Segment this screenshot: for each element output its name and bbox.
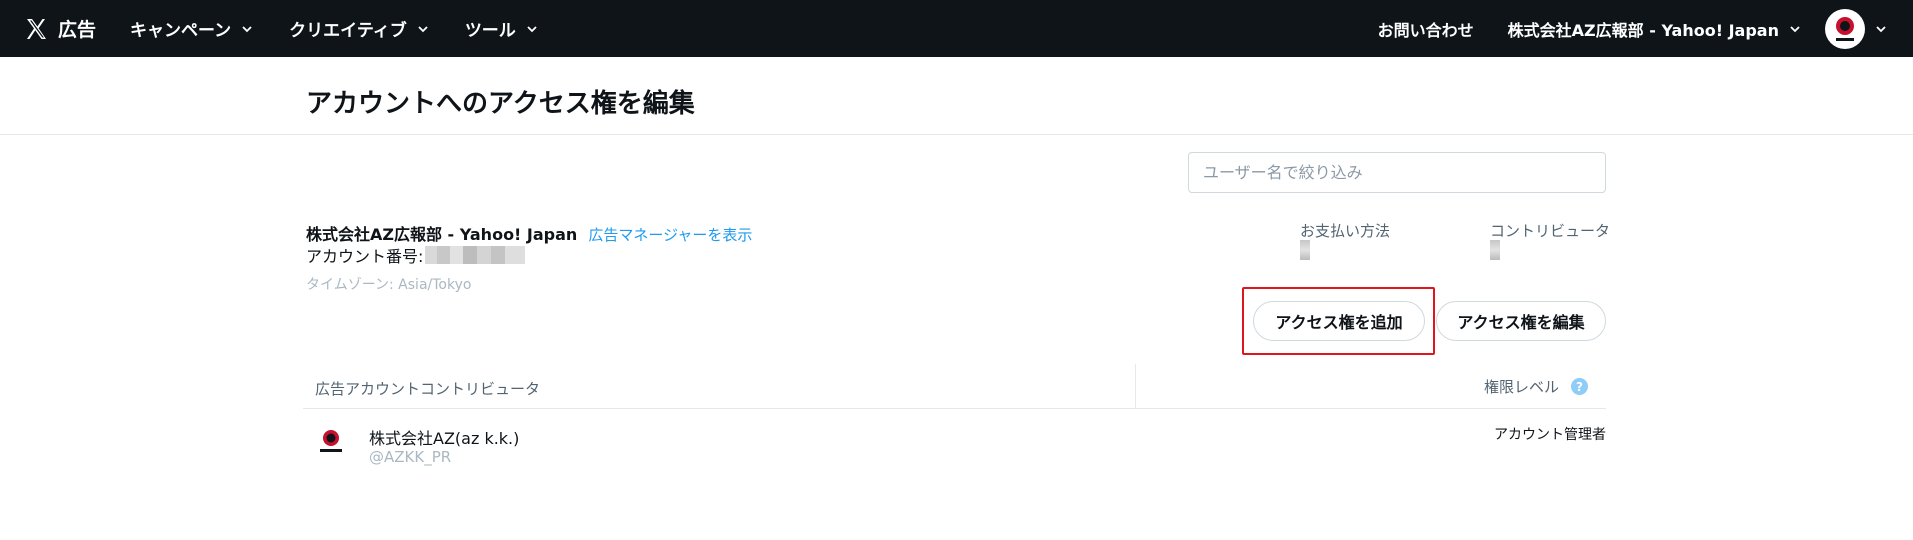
chevron-down-icon [1790,25,1800,32]
nav-right: お問い合わせ 株式会社AZ広報部 - Yahoo! Japan [1378,8,1887,49]
nav-item-creatives-label: クリエイティブ [289,21,407,41]
add-access-button[interactable]: アクセス権を追加 [1253,301,1425,341]
column-divider [1135,364,1136,409]
column-header-permission-level-label: 権限レベル [1483,378,1559,396]
nav-item-tools[interactable]: ツール [465,16,538,41]
help-icon[interactable]: ? [1571,378,1588,395]
nav-item-creatives[interactable]: クリエイティブ [289,16,429,41]
page-title: アカウントへのアクセス権を編集 [306,89,695,119]
payment-method-label: お支払い方法 [1300,222,1391,240]
account-number-redacted [425,246,526,264]
column-header-permission-level: 権限レベル ? [1484,376,1588,397]
member-handle: @AZKK_PR [369,448,452,466]
account-number-line: アカウント番号: [306,243,526,267]
payment-method-redacted [1300,240,1310,260]
member-role: アカウント管理者 [1494,427,1606,443]
member-name: 株式会社AZ(az k.k.) [369,429,520,448]
contributor-label: コントリビュータ [1490,222,1611,240]
member-avatar [315,426,347,458]
contact-link[interactable]: お問い合わせ [1378,17,1474,41]
company-logo-icon [320,430,342,452]
top-navigation-bar: 広告 キャンペーン クリエイティブ ツール お問い合わせ 株式会社AZ広報部 -… [0,0,1913,57]
edit-access-button[interactable]: アクセス権を編集 [1436,301,1606,341]
contributor-redacted [1490,240,1500,260]
nav-item-tools-label: ツール [464,21,516,41]
page-header: アカウントへのアクセス権を編集 [0,57,1913,135]
table-header: 広告アカウントコントリビュータ 権限レベル ? [303,364,1606,409]
account-name: 株式会社AZ広報部 - Yahoo! Japan [306,225,578,244]
account-switcher-label: 株式会社AZ広報部 - Yahoo! Japan [1507,20,1779,40]
account-name-line: 株式会社AZ広報部 - Yahoo! Japan 広告マネージャーを表示 [306,221,752,245]
brand[interactable]: 広告 [24,15,96,42]
timezone-label: タイムゾーン: Asia/Tokyo [306,277,472,293]
chevron-down-icon [242,25,252,32]
main-menu: キャンペーン クリエイティブ ツール [130,16,574,41]
account-number-label: アカウント番号: [306,247,424,266]
chevron-down-icon [1876,25,1886,32]
nav-item-campaigns-label: キャンペーン [130,21,232,41]
column-header-contributor: 広告アカウントコントリビュータ [315,380,541,398]
username-filter-input[interactable] [1188,152,1606,193]
view-ads-manager-link[interactable]: 広告マネージャーを表示 [588,226,752,244]
company-logo-icon [1836,16,1854,41]
brand-label: 広告 [58,19,97,41]
chevron-down-icon [527,25,537,32]
table-row: 株式会社AZ(az k.k.) @AZKK_PR アカウント管理者 [303,410,1606,476]
profile-menu[interactable] [1825,8,1887,49]
account-switcher[interactable]: 株式会社AZ広報部 - Yahoo! Japan [1508,17,1801,41]
avatar [1825,8,1865,49]
x-logo-icon [27,18,46,39]
chevron-down-icon [418,25,428,32]
nav-item-campaigns[interactable]: キャンペーン [130,16,253,41]
